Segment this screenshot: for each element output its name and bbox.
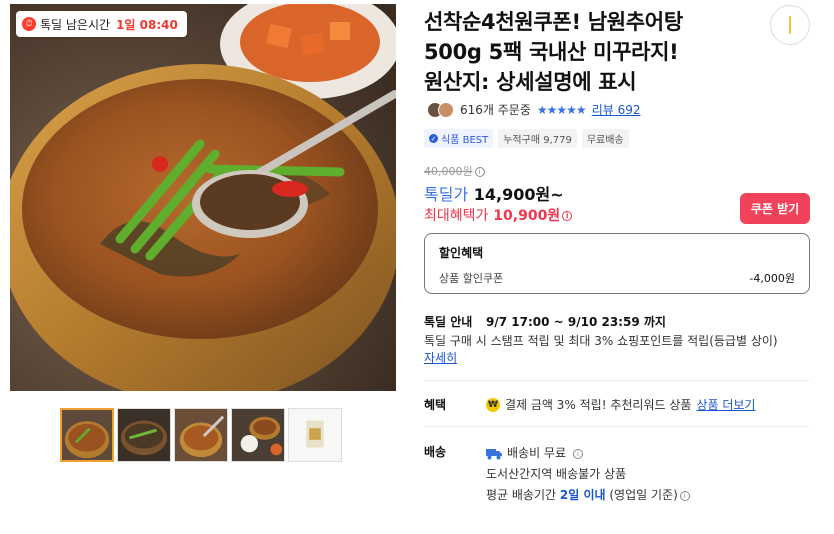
discount-row-label: 상품 할인쿠폰 (439, 272, 504, 285)
review-link[interactable]: 리뷰 692 (592, 101, 641, 118)
avg-delivery-suffix: (영업일 기준) (609, 488, 678, 502)
best-tag[interactable]: ✓ 식품 BEST (424, 129, 494, 148)
avg-delivery-line: 평균 배송기간 2일 이내 (영업일 기준) i (486, 485, 826, 506)
deal-desc-text: 톡딜 구매 시 스탬프 적립 및 최대 3% 쇼핑포인트를 적립(등급별 상이) (424, 334, 778, 348)
divider (424, 380, 810, 381)
shipping-note: 도서산간지역 배송불가 상품 (486, 467, 627, 481)
thumbnail-image (62, 410, 112, 460)
product-title-line-1: 선착순4천원쿠폰! 남원추어탕 (424, 10, 683, 34)
deal-info-key: 톡딜 안내 (424, 315, 473, 329)
benefit-key: 혜택 (424, 398, 447, 412)
best-price-label: 최대혜택가 (424, 208, 489, 224)
rating-row: 616개 주문중 ★★★★★ 리뷰 692 (427, 101, 641, 118)
buyer-avatars (427, 101, 454, 118)
thumbnail-strip (60, 408, 342, 462)
discount-box: 할인혜택 상품 할인쿠폰 -4,000원 (424, 233, 810, 294)
thumbnail-image (232, 409, 284, 461)
free-shipping-tag: 무료배송 (581, 129, 629, 148)
discount-heading: 할인혜택 (439, 246, 484, 260)
thumbnail-5[interactable] (288, 408, 342, 462)
truck-icon (486, 448, 502, 459)
avg-delivery-value: 2일 이내 (559, 488, 606, 502)
benefit-value: ₩ 결제 금액 3% 적립! 추천리워드 상품 상품 더보기 (486, 396, 826, 413)
avg-delivery-prefix: 평균 배송기간 (486, 488, 557, 502)
thumbnail-image (175, 409, 227, 461)
shipping-value: 배송비 무료 i 도서산간지역 배송불가 상품 평균 배송기간 2일 이내 (영업… (486, 443, 826, 506)
deal-detail-link[interactable]: 자세히 (424, 351, 457, 365)
benefit-text: 결제 금액 3% 적립! 추천리워드 상품 (505, 398, 692, 412)
product-title: 선착순4천원쿠폰! 남원추어탕 500g 5팩 국내산 미꾸라지! 원산지: 상… (424, 7, 754, 97)
share-button[interactable] (770, 5, 810, 45)
timer-time: 1일 08:40 (116, 17, 178, 32)
order-count: 616개 주문중 (460, 103, 531, 117)
shipping-fee: 배송비 무료 (507, 446, 567, 460)
discount-row: 상품 할인쿠폰 -4,000원 (439, 270, 795, 286)
info-icon[interactable]: i (474, 167, 485, 177)
shipping-key: 배송 (424, 445, 447, 459)
thumbnail-image (289, 409, 341, 461)
more-products-link[interactable]: 상품 더보기 (696, 396, 755, 413)
thumbnail-image (118, 409, 170, 461)
won-coin-icon: ₩ (486, 397, 500, 412)
thumbnail-3[interactable] (174, 408, 228, 462)
best-price-value: 10,900원 (493, 208, 561, 224)
discount-row-amount: -4,000원 (749, 272, 795, 285)
info-icon[interactable]: i (573, 448, 584, 459)
deal-price-value: 14,900원~ (473, 185, 564, 204)
product-title-line-2: 500g 5팩 국내산 미꾸라지! (424, 40, 679, 64)
deal-price-label: 톡딜가 (424, 185, 469, 204)
coupon-button[interactable]: 쿠폰 받기 (740, 193, 810, 224)
star-rating: ★★★★★ (536, 102, 587, 117)
product-title-line-3: 원산지: 상세설명에 표시 (424, 70, 637, 94)
thumbnail-1[interactable] (60, 408, 114, 462)
info-icon[interactable]: i (679, 490, 690, 501)
thumbnail-2[interactable] (117, 408, 171, 462)
divider (424, 426, 810, 427)
info-icon[interactable]: i (562, 211, 573, 221)
best-badge-icon: ✓ (429, 134, 438, 143)
original-price-value: 40,000원 (424, 165, 473, 178)
shipping-fee-line: 배송비 무료 i (486, 443, 826, 464)
share-icon (789, 16, 791, 34)
soup-photo (10, 4, 396, 391)
best-tag-label: 식품 BEST (441, 135, 489, 146)
product-main-image[interactable]: ⏱ 톡딜 남은시간 1일 08:40 (10, 4, 396, 391)
deal-timer-badge: ⏱ 톡딜 남은시간 1일 08:40 (16, 11, 187, 37)
clock-icon: ⏱ (22, 17, 36, 31)
deal-price: 톡딜가 14,900원~ (424, 181, 564, 205)
tag-row: ✓ 식품 BEST 누적구매 9,779 무료배송 (424, 129, 629, 148)
best-benefit-price: 최대혜택가 10,900원 i (424, 205, 573, 225)
thumbnail-4[interactable] (231, 408, 285, 462)
cumulative-tag: 누적구매 9,779 (498, 129, 577, 148)
timer-label: 톡딜 남은시간 (40, 17, 111, 32)
deal-description: 톡딜 구매 시 스탬프 적립 및 최대 3% 쇼핑포인트를 적립(등급별 상이)… (424, 333, 814, 367)
deal-period: 9/7 17:00 ~ 9/10 23:59 까지 (486, 315, 666, 329)
original-price: 40,000원 i (424, 163, 485, 179)
